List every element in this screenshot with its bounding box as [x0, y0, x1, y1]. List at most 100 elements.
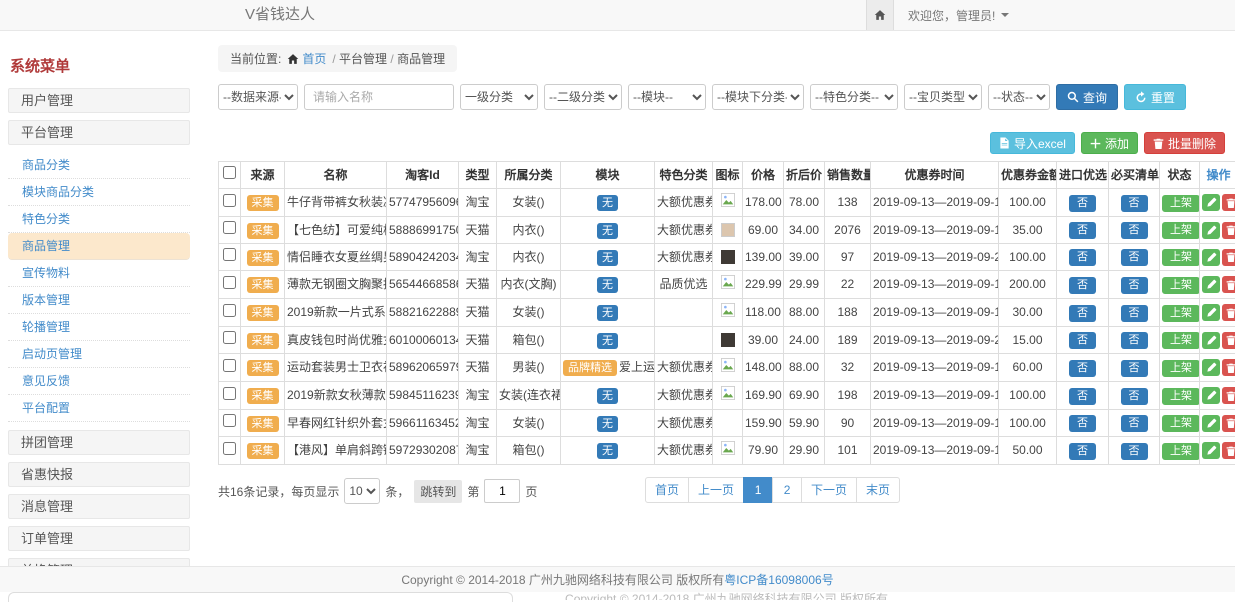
- import-select-toggle[interactable]: 否: [1069, 415, 1096, 432]
- pager-上一页[interactable]: 上一页: [688, 477, 744, 503]
- row-checkbox[interactable]: [223, 414, 236, 427]
- import-select-toggle[interactable]: 否: [1069, 249, 1096, 266]
- must-buy-toggle[interactable]: 否: [1121, 415, 1148, 432]
- import-select-toggle[interactable]: 否: [1069, 360, 1096, 377]
- import-select-toggle[interactable]: 否: [1069, 305, 1096, 322]
- sidebar-group-兑换管理[interactable]: 兑换管理: [8, 558, 190, 566]
- name-search-input[interactable]: [304, 84, 454, 110]
- edit-button[interactable]: [1202, 222, 1220, 239]
- edit-button[interactable]: [1202, 415, 1220, 432]
- delete-button[interactable]: [1222, 276, 1235, 293]
- home-button[interactable]: [866, 0, 894, 30]
- import-select-toggle[interactable]: 否: [1069, 195, 1096, 212]
- pager-1[interactable]: 1: [743, 477, 773, 503]
- sidebar-group-消息管理[interactable]: 消息管理: [8, 494, 190, 519]
- must-buy-toggle[interactable]: 否: [1121, 332, 1148, 349]
- filter-module-select[interactable]: --模块--: [628, 84, 706, 110]
- user-menu[interactable]: 欢迎您，管理员!: [894, 0, 1023, 30]
- icp-link[interactable]: 粤ICP备16098006号: [724, 571, 833, 588]
- delete-button[interactable]: [1222, 332, 1235, 349]
- delete-button[interactable]: [1222, 359, 1235, 376]
- filter-data-source-select[interactable]: --数据来源--: [218, 84, 298, 110]
- sidebar-item-轮播管理[interactable]: 轮播管理: [8, 314, 190, 341]
- edit-button[interactable]: [1202, 249, 1220, 266]
- filter-feature-category-select[interactable]: --特色分类--: [810, 84, 898, 110]
- status-toggle[interactable]: 上架: [1162, 443, 1200, 460]
- sidebar-item-商品管理[interactable]: 商品管理: [8, 233, 190, 260]
- edit-button[interactable]: [1202, 387, 1220, 404]
- status-toggle[interactable]: 上架: [1162, 415, 1200, 432]
- status-toggle[interactable]: 上架: [1162, 388, 1200, 405]
- import-select-toggle[interactable]: 否: [1069, 222, 1096, 239]
- sidebar-item-宣传物料[interactable]: 宣传物料: [8, 260, 190, 287]
- batch-delete-button[interactable]: 批量删除: [1144, 132, 1225, 154]
- sidebar-item-平台配置[interactable]: 平台配置: [8, 395, 190, 422]
- must-buy-toggle[interactable]: 否: [1121, 443, 1148, 460]
- delete-button[interactable]: [1222, 249, 1235, 266]
- import-select-toggle[interactable]: 否: [1069, 388, 1096, 405]
- breadcrumb-home-link[interactable]: 首页: [287, 50, 326, 67]
- edit-button[interactable]: [1202, 359, 1220, 376]
- status-toggle[interactable]: 上架: [1162, 277, 1200, 294]
- pager-下一页[interactable]: 下一页: [801, 477, 857, 503]
- sidebar-group-用户管理[interactable]: 用户管理: [8, 88, 190, 113]
- filter-level1-category-select[interactable]: 一级分类: [460, 84, 538, 110]
- row-checkbox[interactable]: [223, 194, 236, 207]
- edit-button[interactable]: [1202, 304, 1220, 321]
- filter-status-select[interactable]: --状态--: [988, 84, 1050, 110]
- row-checkbox[interactable]: [223, 359, 236, 372]
- search-button[interactable]: 查询: [1056, 84, 1118, 110]
- delete-button[interactable]: [1222, 304, 1235, 321]
- delete-button[interactable]: [1222, 194, 1235, 211]
- sidebar-item-特色分类[interactable]: 特色分类: [8, 206, 190, 233]
- row-checkbox[interactable]: [223, 387, 236, 400]
- add-button[interactable]: 添加: [1081, 132, 1138, 154]
- delete-button[interactable]: [1222, 222, 1235, 239]
- status-toggle[interactable]: 上架: [1162, 222, 1200, 239]
- status-toggle[interactable]: 上架: [1162, 305, 1200, 322]
- row-checkbox[interactable]: [223, 221, 236, 234]
- import-select-toggle[interactable]: 否: [1069, 443, 1096, 460]
- filter-level2-category-select[interactable]: --二级分类--: [544, 84, 622, 110]
- status-toggle[interactable]: 上架: [1162, 195, 1200, 212]
- edit-button[interactable]: [1202, 276, 1220, 293]
- reset-button[interactable]: 重置: [1124, 84, 1186, 110]
- sidebar-item-模块商品分类[interactable]: 模块商品分类: [8, 179, 190, 206]
- filter-item-type-select[interactable]: --宝贝类型--: [904, 84, 982, 110]
- must-buy-toggle[interactable]: 否: [1121, 388, 1148, 405]
- import-select-toggle[interactable]: 否: [1069, 277, 1096, 294]
- must-buy-toggle[interactable]: 否: [1121, 195, 1148, 212]
- sidebar-item-启动页管理[interactable]: 启动页管理: [8, 341, 190, 368]
- must-buy-toggle[interactable]: 否: [1121, 249, 1148, 266]
- row-checkbox[interactable]: [223, 248, 236, 261]
- jump-page-input[interactable]: [484, 479, 520, 503]
- pager-2[interactable]: 2: [772, 477, 802, 503]
- must-buy-toggle[interactable]: 否: [1121, 305, 1148, 322]
- must-buy-toggle[interactable]: 否: [1121, 277, 1148, 294]
- pager-末页[interactable]: 末页: [856, 477, 900, 503]
- sidebar-group-省惠快报[interactable]: 省惠快报: [8, 462, 190, 487]
- sidebar-item-商品分类[interactable]: 商品分类: [8, 152, 190, 179]
- import-select-toggle[interactable]: 否: [1069, 332, 1096, 349]
- sidebar-item-意见反馈[interactable]: 意见反馈: [8, 368, 190, 395]
- row-checkbox[interactable]: [223, 331, 236, 344]
- status-toggle[interactable]: 上架: [1162, 249, 1200, 266]
- edit-button[interactable]: [1202, 332, 1220, 349]
- sidebar-group-拼团管理[interactable]: 拼团管理: [8, 430, 190, 455]
- status-toggle[interactable]: 上架: [1162, 360, 1200, 377]
- delete-button[interactable]: [1222, 442, 1235, 459]
- delete-button[interactable]: [1222, 415, 1235, 432]
- sidebar-group-平台管理[interactable]: 平台管理: [8, 120, 190, 145]
- jump-button[interactable]: 跳转到: [414, 480, 462, 503]
- delete-button[interactable]: [1222, 387, 1235, 404]
- edit-button[interactable]: [1202, 442, 1220, 459]
- status-toggle[interactable]: 上架: [1162, 332, 1200, 349]
- sidebar-item-版本管理[interactable]: 版本管理: [8, 287, 190, 314]
- row-checkbox[interactable]: [223, 276, 236, 289]
- select-all-checkbox[interactable]: [223, 166, 236, 179]
- edit-button[interactable]: [1202, 194, 1220, 211]
- pager-首页[interactable]: 首页: [645, 477, 689, 503]
- filter-module-subcategory-select[interactable]: --模块下分类--: [712, 84, 804, 110]
- sidebar-group-订单管理[interactable]: 订单管理: [8, 526, 190, 551]
- import-excel-button[interactable]: 导入excel: [990, 132, 1075, 154]
